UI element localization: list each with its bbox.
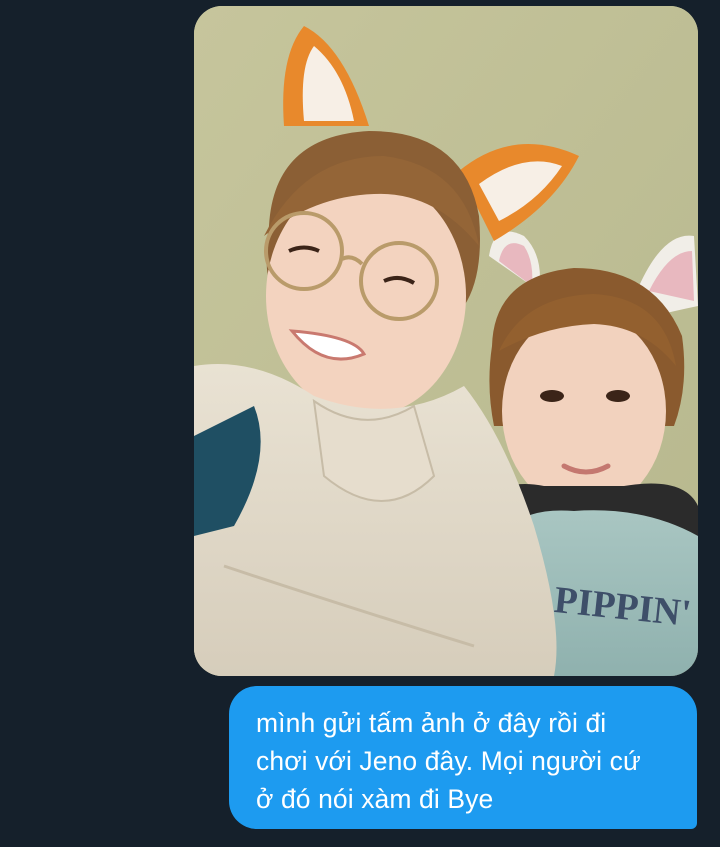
message-line: mình gửi tấm ảnh ở đây rồi đi: [256, 708, 607, 738]
selfie-photo: PIPPIN': [194, 6, 698, 676]
text-message-bubble[interactable]: mình gửi tấm ảnh ở đây rồi đi chơi với J…: [229, 686, 697, 829]
image-message[interactable]: PIPPIN': [194, 6, 698, 676]
message-line: chơi với Jeno đây. Mọi người cứ: [256, 746, 641, 776]
message-line: ở đó nói xàm đi Bye: [256, 784, 494, 814]
dm-conversation: PIPPIN' mình gửi tấm ảnh ở đây rồi đi ch…: [0, 0, 720, 847]
